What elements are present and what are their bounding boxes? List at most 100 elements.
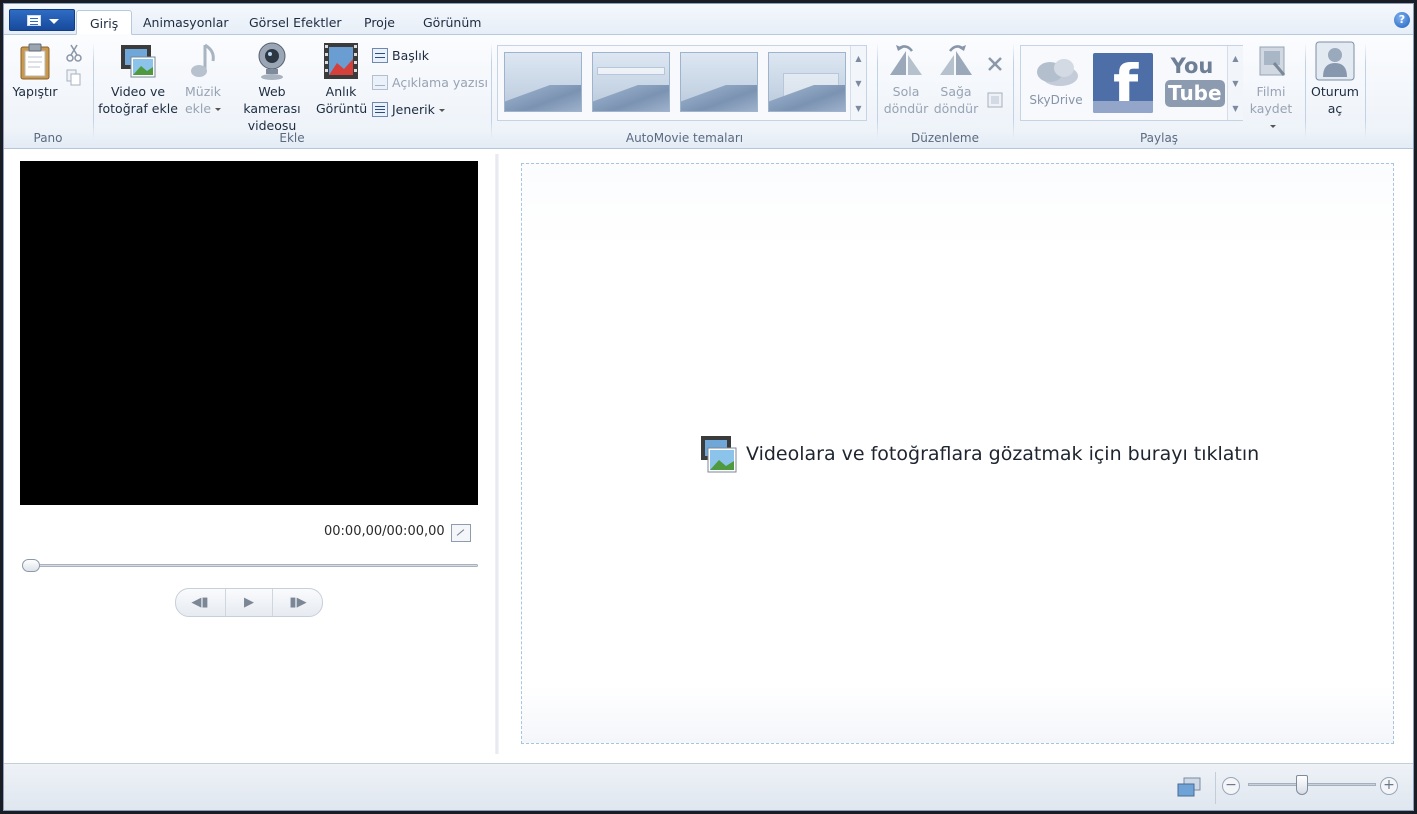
play-icon[interactable]: ▶ bbox=[225, 589, 273, 616]
rotate-left-button[interactable]: Sola döndür bbox=[882, 41, 930, 117]
title-icon bbox=[372, 48, 388, 63]
group-label-ekle: Ekle bbox=[279, 131, 305, 145]
snapshot-button[interactable]: Anlık Görüntü bbox=[316, 41, 368, 117]
scroll-up-icon[interactable]: ▲ bbox=[851, 46, 866, 71]
theme-thumbnail[interactable] bbox=[504, 52, 582, 112]
skydrive-cloud-icon bbox=[1037, 59, 1078, 86]
next-frame-icon[interactable]: ▮▶ bbox=[274, 589, 322, 616]
webcam-video-button[interactable]: Web kamerası videosu bbox=[228, 41, 316, 134]
skydrive-label: SkyDrive bbox=[1029, 93, 1083, 107]
zoom-in-button[interactable]: + bbox=[1380, 777, 1398, 795]
clipboard-icon bbox=[20, 43, 50, 80]
pane-splitter[interactable] bbox=[495, 154, 499, 754]
ribbon-separator bbox=[93, 43, 94, 139]
gallery-expand-icon[interactable]: ▼ bbox=[1228, 96, 1243, 121]
tab-proje[interactable]: Proje bbox=[351, 10, 408, 35]
rotate-right-icon bbox=[940, 45, 972, 75]
zoom-slider-handle[interactable] bbox=[1296, 775, 1308, 795]
rotate-left-label-2: döndür bbox=[883, 101, 929, 116]
ribbon-separator bbox=[877, 43, 878, 139]
zoom-out-button[interactable]: − bbox=[1222, 777, 1240, 795]
ribbon-separator bbox=[1305, 43, 1306, 139]
snapshot-label-2: Görüntü bbox=[316, 101, 368, 116]
share-gallery-scrollbar[interactable]: ▲ ▼ ▼ bbox=[1227, 46, 1243, 120]
tab-gorsel-efektler[interactable]: Görsel Efektler bbox=[236, 10, 355, 35]
gallery-scrollbar[interactable]: ▲ ▼ ▼ bbox=[850, 46, 866, 120]
add-video-photo-button[interactable]: Video ve fotoğraf ekle bbox=[98, 41, 178, 117]
user-icon bbox=[1315, 41, 1355, 81]
select-all-icon[interactable] bbox=[986, 91, 1004, 109]
rotate-right-button[interactable]: Sağa döndür bbox=[932, 41, 980, 117]
add-media-icon bbox=[701, 436, 737, 473]
credits-label: Jenerik bbox=[392, 102, 435, 117]
theme-thumbnail[interactable] bbox=[768, 52, 846, 112]
save-movie-button[interactable]: Filmi kaydet bbox=[1246, 41, 1296, 134]
theme-thumbnail[interactable] bbox=[680, 52, 758, 112]
tab-giris[interactable]: Giriş bbox=[76, 10, 133, 35]
add-music-label-1: Müzik bbox=[185, 84, 221, 99]
thumbnail-size-icon[interactable] bbox=[1176, 776, 1202, 798]
tab-animasyonlar[interactable]: Animasyonlar bbox=[130, 10, 242, 35]
remove-icon[interactable] bbox=[986, 55, 1004, 73]
movie-maker-window: Giriş Animasyonlar Görsel Efektler Proje… bbox=[3, 3, 1414, 811]
sign-in-label-1: Oturum bbox=[1311, 84, 1359, 99]
scroll-down-icon[interactable]: ▼ bbox=[1228, 71, 1243, 96]
credits-button[interactable]: Jenerik bbox=[370, 100, 445, 120]
title-button[interactable]: Başlık bbox=[370, 46, 429, 66]
ribbon-tab-bar: Giriş Animasyonlar Görsel Efektler Proje… bbox=[4, 4, 1413, 35]
webcam-video-label-1: Web kamerası bbox=[243, 84, 301, 116]
ribbon-separator bbox=[1365, 43, 1366, 139]
chevron-down-icon bbox=[49, 19, 59, 24]
ribbon-separator bbox=[1013, 43, 1014, 139]
facebook-button[interactable]: f bbox=[1093, 53, 1153, 113]
paste-label: Yapıştır bbox=[12, 84, 58, 99]
youtube-logo-top: You bbox=[1170, 54, 1214, 78]
sign-in-label-2: aç bbox=[1327, 101, 1343, 116]
browse-media-link[interactable]: Videolara ve fotoğraflara gözatmak için … bbox=[700, 435, 1259, 473]
dropdown-arrow-icon bbox=[215, 108, 222, 111]
dropdown-arrow-icon bbox=[1270, 125, 1276, 128]
application-menu-button[interactable] bbox=[9, 9, 75, 31]
scroll-up-icon[interactable]: ▲ bbox=[1228, 46, 1243, 71]
fullscreen-preview-icon[interactable] bbox=[451, 524, 471, 542]
seek-handle[interactable] bbox=[22, 559, 40, 572]
snapshot-label-1: Anlık bbox=[325, 84, 357, 99]
tab-gorunum[interactable]: Görünüm bbox=[410, 10, 494, 35]
title-label: Başlık bbox=[392, 48, 429, 63]
cut-icon[interactable] bbox=[66, 44, 82, 62]
seek-bar[interactable] bbox=[22, 564, 478, 567]
rotate-left-icon bbox=[890, 45, 922, 75]
scroll-down-icon[interactable]: ▼ bbox=[851, 71, 866, 96]
caption-icon bbox=[372, 75, 388, 90]
video-preview[interactable] bbox=[20, 161, 478, 505]
group-label-duzenleme: Düzenleme bbox=[911, 131, 979, 145]
time-display: 00:00,00/00:00,00 bbox=[324, 524, 445, 539]
theme-thumbnail[interactable] bbox=[592, 52, 670, 112]
dropdown-arrow-icon bbox=[438, 109, 445, 112]
youtube-logo-bottom: Tube bbox=[1165, 80, 1225, 107]
copy-icon[interactable] bbox=[66, 69, 82, 87]
snapshot-film-icon bbox=[324, 43, 358, 79]
skydrive-button[interactable]: SkyDrive bbox=[1025, 54, 1087, 107]
caption-button[interactable]: Açıklama yazısı bbox=[370, 73, 488, 93]
ribbon: Yapıştır Pano Video ve fotoğraf ekle Müz… bbox=[4, 35, 1413, 149]
group-label-paylas: Paylaş bbox=[1139, 131, 1179, 145]
add-music-button[interactable]: Müzik ekle bbox=[180, 41, 226, 117]
sign-in-button[interactable]: Oturum aç bbox=[1308, 41, 1362, 117]
webcam-icon bbox=[258, 42, 286, 80]
document-icon bbox=[27, 15, 41, 26]
gallery-expand-icon[interactable]: ▼ bbox=[851, 96, 866, 121]
save-movie-icon bbox=[1259, 46, 1286, 76]
help-icon[interactable]: ? bbox=[1394, 12, 1410, 28]
automovie-theme-gallery: ▲ ▼ ▼ bbox=[497, 45, 867, 121]
caption-label: Açıklama yazısı bbox=[392, 75, 488, 90]
previous-frame-icon[interactable]: ◀▮ bbox=[176, 589, 224, 616]
rotate-right-label-2: döndür bbox=[933, 101, 979, 116]
add-music-label-2: ekle bbox=[184, 101, 212, 116]
add-video-photo-label-1: Video ve bbox=[110, 84, 166, 99]
zoom-slider-track[interactable] bbox=[1248, 783, 1376, 786]
youtube-button[interactable]: You Tube bbox=[1165, 54, 1225, 107]
status-separator bbox=[1215, 772, 1216, 804]
paste-button[interactable]: Yapıştır bbox=[10, 41, 60, 100]
music-note-icon bbox=[191, 43, 215, 77]
